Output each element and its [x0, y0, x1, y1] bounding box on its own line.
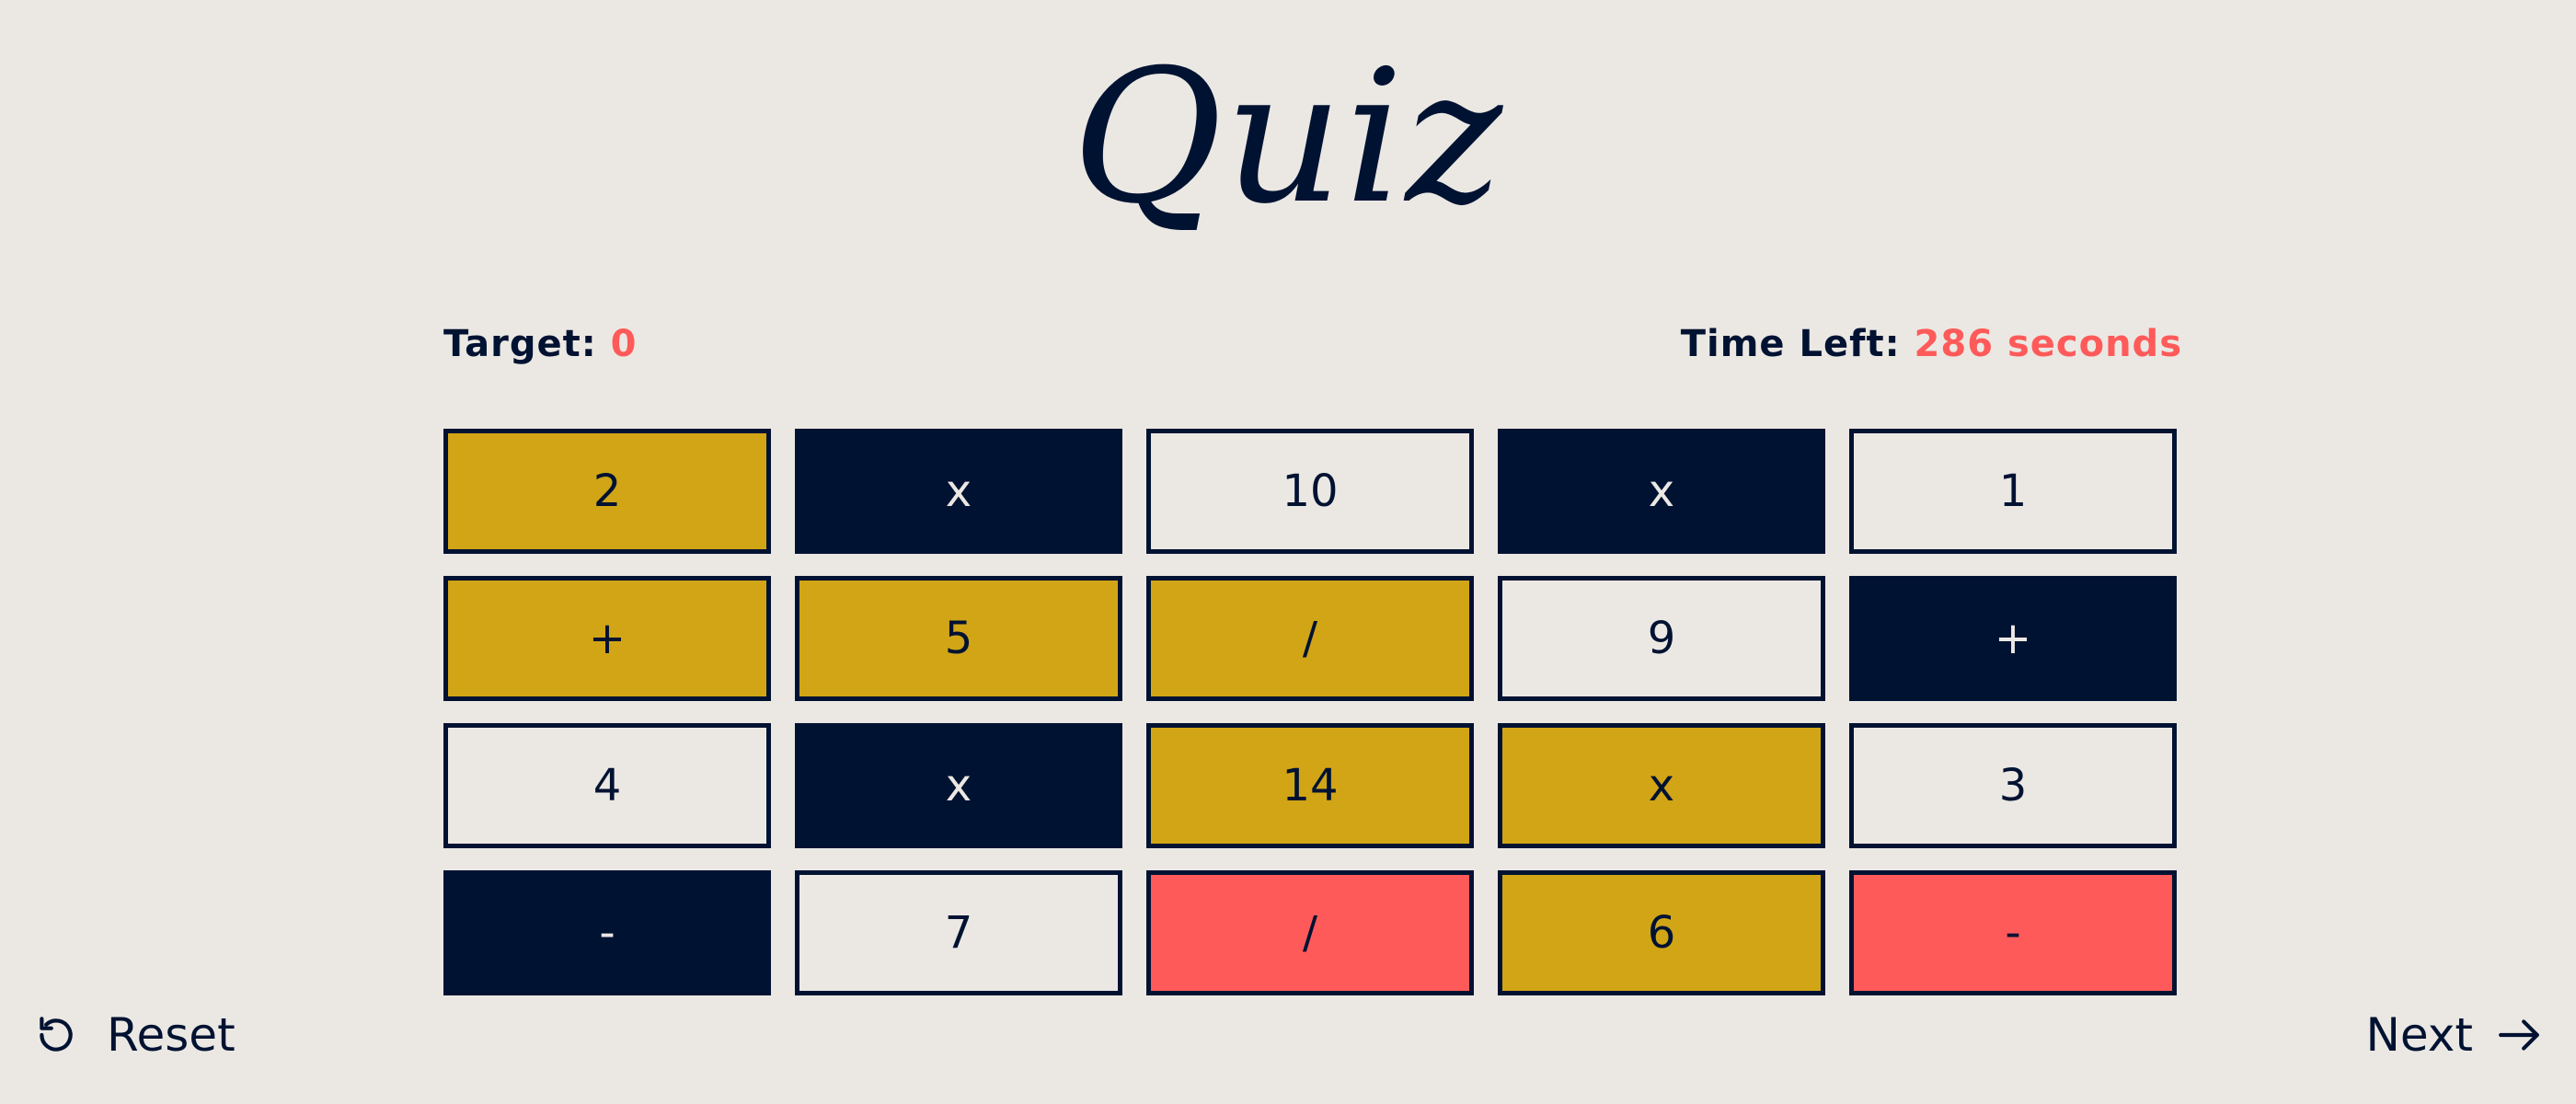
tile[interactable]: 2 [443, 429, 771, 554]
tile[interactable]: x [795, 723, 1122, 848]
target-display: Target: 0 [443, 320, 638, 368]
reset-label: Reset [107, 1008, 236, 1062]
tile[interactable]: + [443, 576, 771, 701]
reset-button[interactable]: Reset [33, 1003, 236, 1067]
tile[interactable]: 10 [1146, 429, 1474, 554]
tile-grid: 2 x 10 x 1 +5/9 +4 x 14 x 3-7/6- [443, 429, 2177, 995]
tile[interactable]: 1 [1849, 429, 2177, 554]
tile[interactable]: / [1146, 576, 1474, 701]
tile[interactable]: - [443, 870, 771, 995]
tile[interactable]: 7 [795, 870, 1122, 995]
tile[interactable]: / [1146, 870, 1474, 995]
arrow-right-icon [2499, 1019, 2539, 1051]
tile[interactable]: x [795, 429, 1122, 554]
tile[interactable]: 14 [1146, 723, 1474, 848]
tile[interactable]: 6 [1498, 870, 1825, 995]
tile[interactable]: 5 [795, 576, 1122, 701]
tile[interactable]: 4 [443, 723, 771, 848]
tile[interactable]: x [1498, 429, 1825, 554]
next-button[interactable]: Next [2366, 1003, 2543, 1067]
time-left-value: 286 seconds [1914, 323, 2182, 365]
time-left-label: Time Left: [1680, 323, 1901, 365]
tile[interactable]: + [1849, 576, 2177, 701]
quiz-page: Quiz Target: 0 Time Left: 286 seconds 2x… [0, 0, 2576, 1104]
target-value: 0 [610, 323, 638, 365]
target-label: Target: [443, 323, 597, 365]
tile[interactable]: 3 [1849, 723, 2177, 848]
page-title: Quiz [1071, 30, 1505, 245]
timer-display: Time Left: 286 seconds [1681, 320, 2182, 368]
tile[interactable]: - [1849, 870, 2177, 995]
next-label: Next [2365, 1008, 2473, 1062]
tile[interactable]: x [1498, 723, 1825, 848]
reset-icon [40, 1017, 73, 1052]
tile[interactable]: 9 [1498, 576, 1825, 701]
